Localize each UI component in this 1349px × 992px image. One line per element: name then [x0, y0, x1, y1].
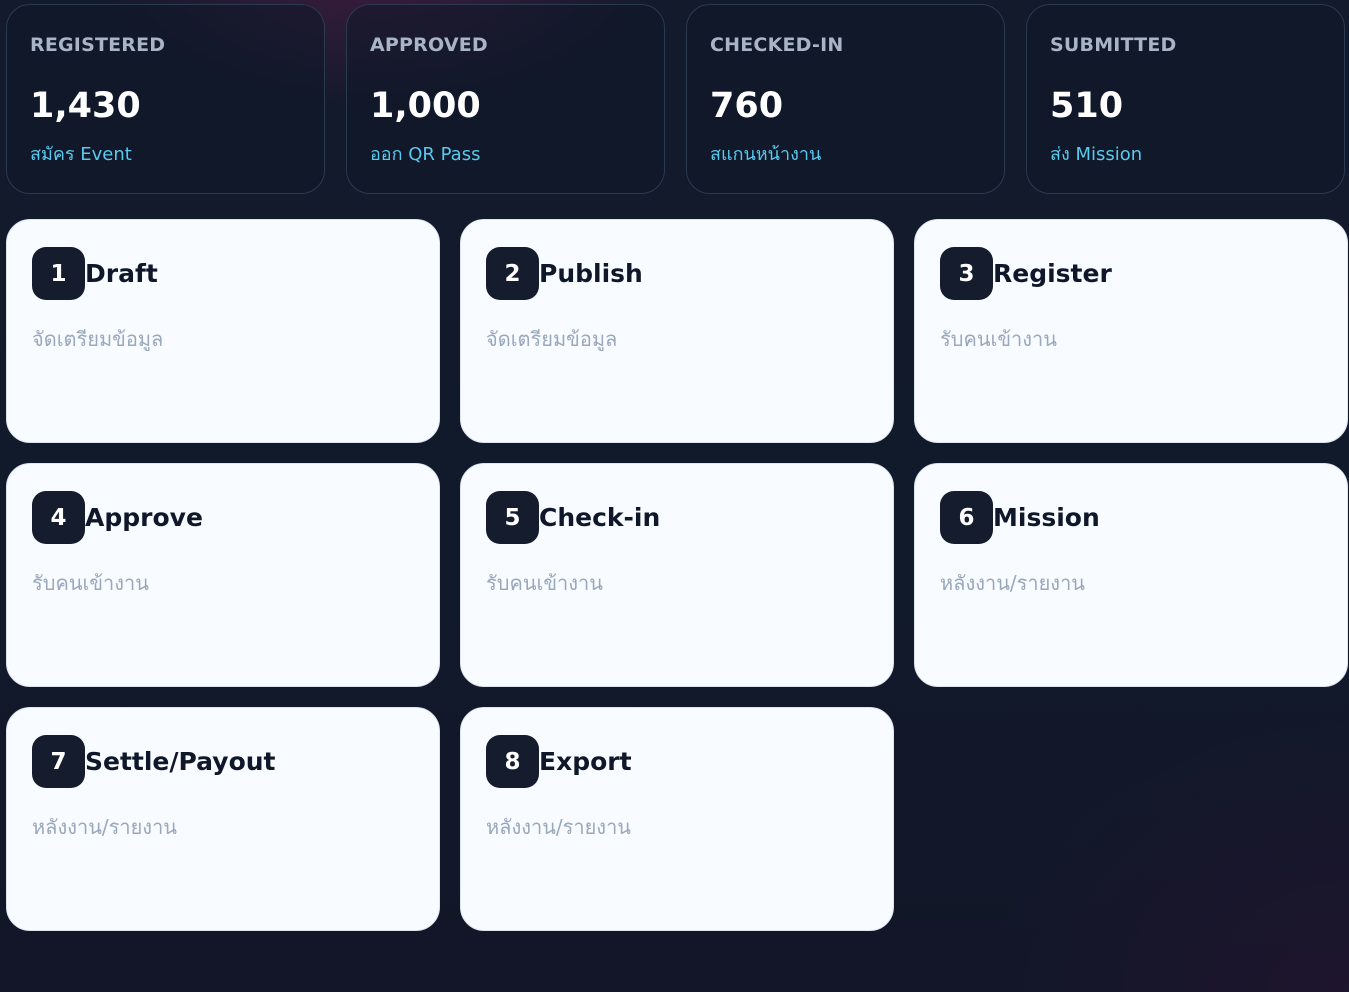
step-title: Export: [539, 746, 632, 776]
step-title: Check-in: [539, 502, 661, 532]
step-title: Approve: [85, 502, 203, 532]
step-number-badge: 7: [32, 735, 85, 788]
step-description: หลังงาน/รายงาน: [940, 571, 1085, 595]
step-title: Publish: [539, 258, 643, 288]
step-number-badge: 8: [486, 735, 539, 788]
stat-card-registered: REGISTERED 1,430 สมัคร Event: [6, 4, 325, 194]
step-header: 8 Export: [486, 735, 893, 788]
step-header: 2 Publish: [486, 247, 893, 300]
step-description: รับคนเข้างาน: [940, 327, 1057, 351]
step-card-export[interactable]: 8 Export หลังงาน/รายงาน: [460, 707, 894, 931]
step-number-badge: 5: [486, 491, 539, 544]
step-description: รับคนเข้างาน: [486, 571, 603, 595]
stat-card-approved: APPROVED 1,000 ออก QR Pass: [346, 4, 665, 194]
stat-value: 1,000: [370, 86, 481, 126]
step-header: 7 Settle/Payout: [32, 735, 439, 788]
step-card-settle-payout[interactable]: 7 Settle/Payout หลังงาน/รายงาน: [6, 707, 440, 931]
stat-subtitle: ส่ง Mission: [1050, 144, 1143, 165]
stat-subtitle: สมัคร Event: [30, 144, 132, 165]
step-description: หลังงาน/รายงาน: [486, 815, 631, 839]
stat-card-checked-in: CHECKED-IN 760 สแกนหน้างาน: [686, 4, 1005, 194]
workflow-steps-grid: 1 Draft จัดเตรียมข้อมูล 2 Publish จัดเตร…: [6, 219, 1348, 931]
step-header: 4 Approve: [32, 491, 439, 544]
step-card-draft[interactable]: 1 Draft จัดเตรียมข้อมูล: [6, 219, 440, 443]
step-number-badge: 4: [32, 491, 85, 544]
step-description: รับคนเข้างาน: [32, 571, 149, 595]
step-description: จัดเตรียมข้อมูล: [32, 327, 164, 351]
step-number-badge: 6: [940, 491, 993, 544]
step-title: Settle/Payout: [85, 746, 276, 776]
stat-value: 1,430: [30, 86, 141, 126]
step-header: 3 Register: [940, 247, 1347, 300]
step-number-badge: 2: [486, 247, 539, 300]
step-title: Mission: [993, 502, 1100, 532]
step-header: 1 Draft: [32, 247, 439, 300]
step-number-badge: 1: [32, 247, 85, 300]
step-title: Draft: [85, 258, 158, 288]
step-description: จัดเตรียมข้อมูล: [486, 327, 618, 351]
step-card-publish[interactable]: 2 Publish จัดเตรียมข้อมูล: [460, 219, 894, 443]
step-description: หลังงาน/รายงาน: [32, 815, 177, 839]
step-header: 5 Check-in: [486, 491, 893, 544]
step-number-badge: 3: [940, 247, 993, 300]
stat-subtitle: สแกนหน้างาน: [710, 144, 822, 165]
stat-label: CHECKED-IN: [710, 34, 844, 56]
stat-subtitle: ออก QR Pass: [370, 144, 481, 165]
step-header: 6 Mission: [940, 491, 1347, 544]
stat-value: 760: [710, 86, 784, 126]
stat-label: REGISTERED: [30, 34, 166, 56]
step-title: Register: [993, 258, 1112, 288]
step-card-check-in[interactable]: 5 Check-in รับคนเข้างาน: [460, 463, 894, 687]
stat-label: SUBMITTED: [1050, 34, 1177, 56]
step-card-mission[interactable]: 6 Mission หลังงาน/รายงาน: [914, 463, 1348, 687]
stat-label: APPROVED: [370, 34, 488, 56]
step-card-register[interactable]: 3 Register รับคนเข้างาน: [914, 219, 1348, 443]
step-card-approve[interactable]: 4 Approve รับคนเข้างาน: [6, 463, 440, 687]
stats-row: REGISTERED 1,430 สมัคร Event APPROVED 1,…: [6, 4, 1346, 194]
stat-card-submitted: SUBMITTED 510 ส่ง Mission: [1026, 4, 1345, 194]
stat-value: 510: [1050, 86, 1124, 126]
